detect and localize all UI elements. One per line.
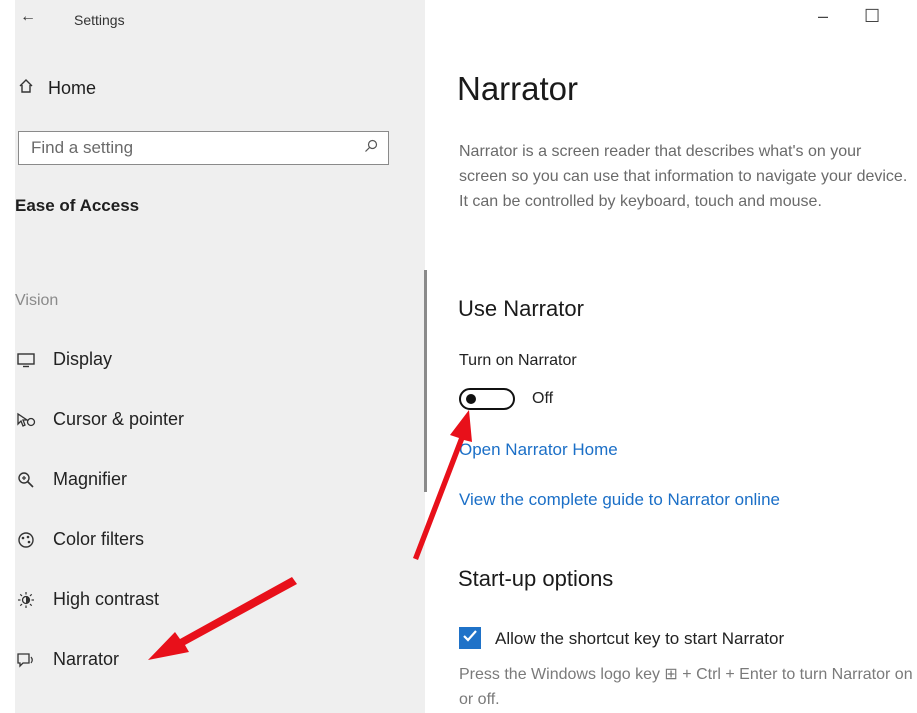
sidebar-item-high-contrast[interactable]: High contrast <box>15 589 159 610</box>
sidebar-item-cursor-pointer[interactable]: Cursor & pointer <box>15 409 184 430</box>
use-narrator-heading: Use Narrator <box>458 296 584 321</box>
page-title: Narrator <box>457 70 579 107</box>
color-filters-icon <box>15 531 37 549</box>
open-narrator-home-link[interactable]: Open Narrator Home <box>459 440 618 460</box>
home-icon <box>18 78 34 99</box>
page-description: Narrator is a screen reader that describ… <box>459 143 908 210</box>
narrator-guide-link[interactable]: View the complete guide to Narrator onli… <box>459 490 780 510</box>
sidebar-item-label: Magnifier <box>53 469 128 489</box>
toggle-knob <box>466 394 476 404</box>
scrollbar[interactable] <box>424 270 427 492</box>
sidebar-item-home[interactable]: Home <box>18 78 96 99</box>
toggle-label: Turn on Narrator <box>459 352 577 369</box>
toggle-state-label: Off <box>532 390 554 407</box>
shortcut-key-label: Allow the shortcut key to start Narrator <box>495 629 785 648</box>
sidebar-item-label: Color filters <box>53 529 145 549</box>
cursor-icon <box>15 412 37 428</box>
narrator-toggle[interactable] <box>459 388 515 410</box>
narrator-icon <box>15 651 37 669</box>
display-icon <box>15 352 37 368</box>
startup-options-heading: Start-up options <box>458 566 614 591</box>
window-title: Settings <box>74 12 125 28</box>
maximize-button[interactable]: ☐ <box>864 6 880 27</box>
category-label-vision: Vision <box>15 292 59 309</box>
magnifier-icon <box>15 471 37 489</box>
back-arrow-icon[interactable]: ← <box>20 8 36 26</box>
home-label: Home <box>48 78 97 98</box>
shortcut-note: Press the Windows logo key ⊞ + Ctrl + En… <box>459 666 913 708</box>
search-input[interactable] <box>29 137 333 159</box>
sidebar-item-magnifier[interactable]: Magnifier <box>15 469 127 490</box>
sidebar-item-label: High contrast <box>53 589 160 609</box>
minimize-button[interactable]: – <box>818 6 828 27</box>
high-contrast-icon <box>15 591 37 609</box>
checkmark-icon <box>462 629 478 648</box>
section-title: Ease of Access <box>15 196 140 215</box>
sidebar-item-display[interactable]: Display <box>15 349 112 370</box>
sidebar-item-label: Cursor & pointer <box>53 409 185 429</box>
sidebar-item-narrator[interactable]: Narrator <box>15 649 119 670</box>
search-box[interactable] <box>18 131 389 165</box>
search-icon[interactable] <box>364 139 378 158</box>
sidebar-item-color-filters[interactable]: Color filters <box>15 529 144 550</box>
shortcut-key-checkbox[interactable] <box>459 627 481 649</box>
sidebar-item-label: Narrator <box>53 649 120 669</box>
sidebar-item-label: Display <box>53 349 113 369</box>
